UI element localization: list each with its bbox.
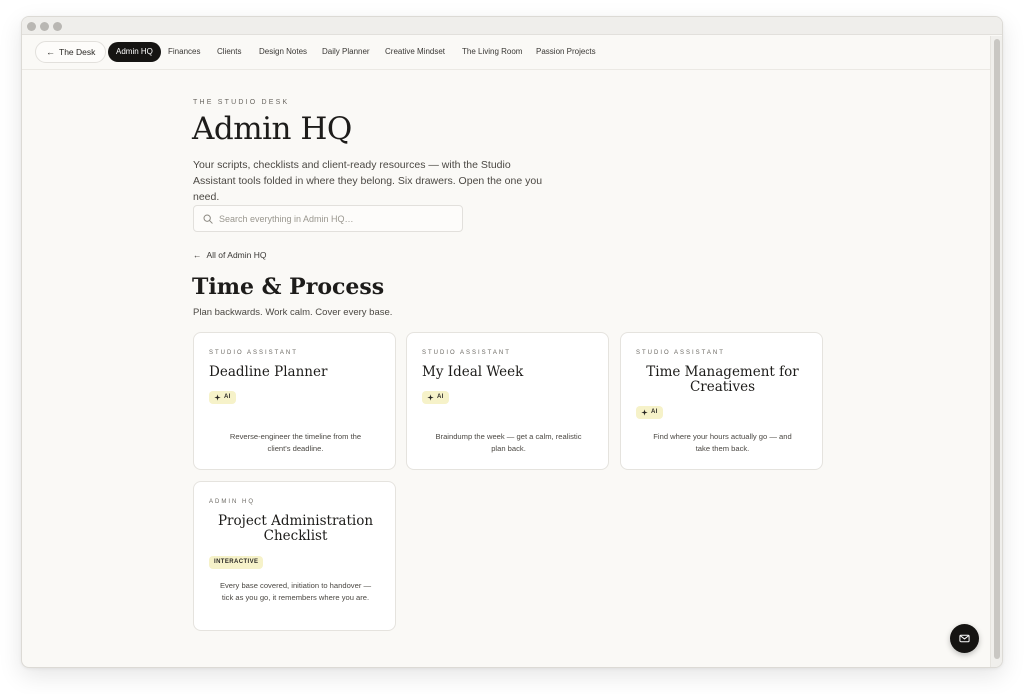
card-title: Project Administration Checklist: [217, 513, 374, 544]
search-icon: [203, 214, 213, 224]
window-close-button[interactable]: [27, 22, 36, 31]
window-minimize-button[interactable]: [40, 22, 49, 31]
ai-badge: AI: [209, 391, 236, 404]
search-input[interactable]: [219, 213, 449, 224]
page-intro: Your scripts, checklists and client-read…: [193, 159, 543, 203]
tab-the-living-room[interactable]: The Living Room: [462, 42, 522, 62]
arrow-left-icon: ←: [193, 250, 202, 260]
card-description: Reverse-engineer the timeline from the c…: [229, 432, 362, 453]
tab-admin-hq[interactable]: Admin HQ: [108, 42, 161, 62]
sparkle-icon: [214, 394, 221, 401]
card-title: My Ideal Week: [422, 364, 524, 380]
sparkle-icon: [641, 409, 648, 416]
window-zoom-button[interactable]: [53, 22, 62, 31]
section-subtitle: Plan backwards. Work calm. Cover every b…: [193, 307, 393, 318]
arrow-left-icon: ←: [46, 47, 55, 57]
badge-label: AI: [224, 394, 231, 400]
contact-fab-button[interactable]: [950, 624, 979, 653]
ai-badge: AI: [422, 391, 449, 404]
page-eyebrow: THE STUDIO DESK: [193, 99, 290, 106]
scrollbar-thumb[interactable]: [994, 39, 1000, 659]
card-deadline-planner[interactable]: STUDIO ASSISTANT Deadline Planner AI Rev…: [193, 332, 396, 470]
back-to-desk-label: The Desk: [59, 47, 96, 57]
back-to-desk-button[interactable]: ← The Desk: [35, 41, 107, 63]
card-description: Braindump the week — get a calm, realist…: [435, 432, 582, 453]
page-scrollbar[interactable]: [990, 36, 1002, 667]
browser-window: ← The Desk Admin HQ Finances Clients Des…: [21, 16, 1003, 668]
badge-label: INTERACTIVE: [214, 559, 259, 565]
badge-label: AI: [437, 394, 444, 400]
mail-icon: [959, 634, 970, 643]
card-my-ideal-week[interactable]: STUDIO ASSISTANT My Ideal Week AI Braind…: [406, 332, 609, 470]
tab-passion-projects[interactable]: Passion Projects: [536, 42, 596, 62]
top-nav: ← The Desk Admin HQ Finances Clients Des…: [22, 36, 992, 70]
tab-clients[interactable]: Clients: [217, 42, 241, 62]
card-time-management[interactable]: STUDIO ASSISTANT Time Management for Cre…: [620, 332, 823, 470]
card-description: Find where your hours actually go — and …: [653, 432, 792, 453]
card-project-admin-checklist[interactable]: ADMIN HQ Project Administration Checklis…: [193, 481, 396, 631]
interactive-badge: INTERACTIVE: [209, 556, 264, 569]
sparkle-icon: [427, 394, 434, 401]
card-title: Time Management for Creatives: [646, 364, 799, 395]
ai-badge: AI: [636, 406, 663, 419]
window-titlebar: [22, 17, 1002, 35]
search-box[interactable]: [193, 205, 463, 232]
tab-creative-mindset[interactable]: Creative Mindset: [385, 42, 445, 62]
back-link-label: All of Admin HQ: [206, 250, 267, 260]
all-of-admin-hq-link[interactable]: ← All of Admin HQ: [193, 250, 267, 260]
tab-design-notes[interactable]: Design Notes: [259, 42, 307, 62]
page-title: Admin HQ: [192, 111, 352, 147]
section-title: Time & Process: [192, 274, 385, 300]
card-description: Every base covered, initiation to handov…: [219, 581, 372, 602]
badge-label: AI: [651, 409, 658, 415]
card-kicker: STUDIO ASSISTANT: [636, 350, 725, 356]
card-kicker: ADMIN HQ: [209, 499, 255, 505]
card-kicker: STUDIO ASSISTANT: [209, 350, 298, 356]
card-title: Deadline Planner: [209, 364, 328, 380]
tab-finances[interactable]: Finances: [168, 42, 200, 62]
card-kicker: STUDIO ASSISTANT: [422, 350, 511, 356]
tab-daily-planner[interactable]: Daily Planner: [322, 42, 370, 62]
